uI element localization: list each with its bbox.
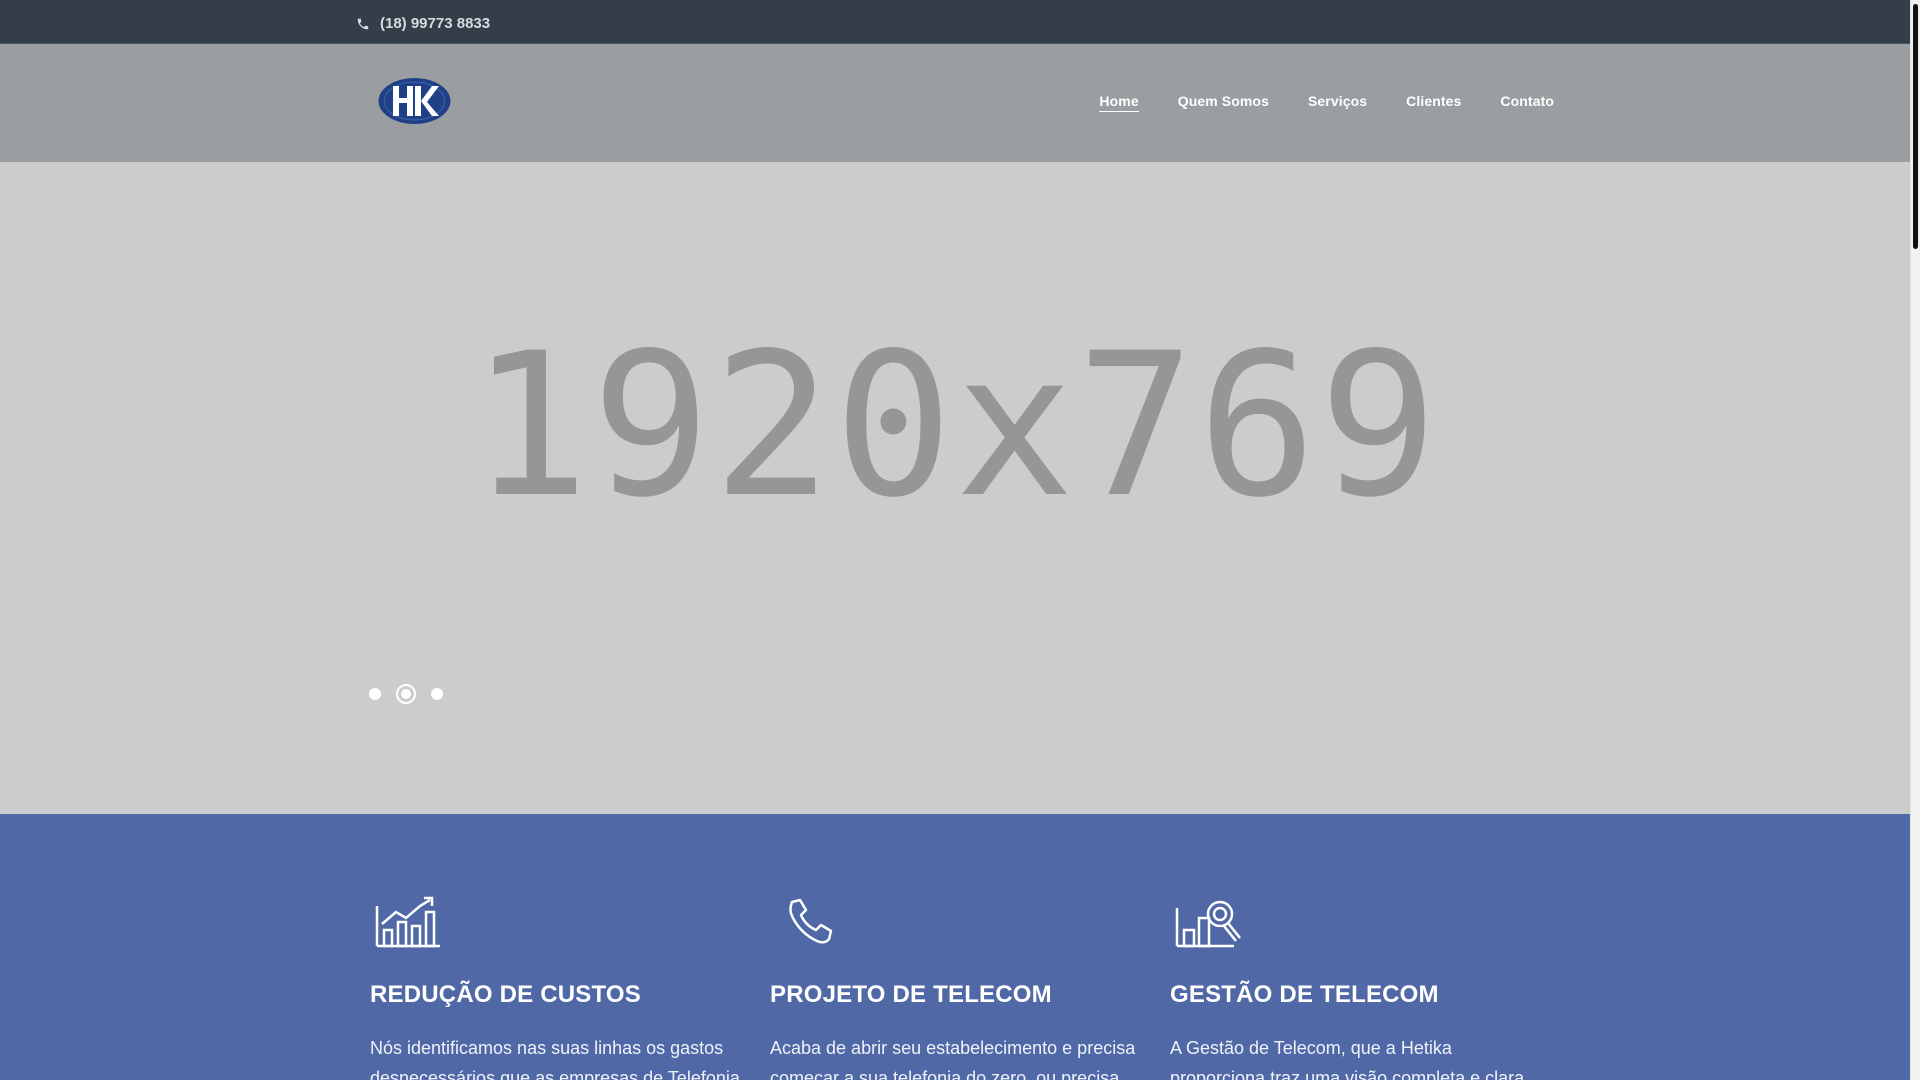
nav-contato[interactable]: Contato [1500,93,1554,112]
slider-dots [369,684,443,704]
feature-text: Nós identificamos nas suas linhas os gas… [370,1038,740,1080]
scrollbar-thumb[interactable] [1913,4,1918,249]
feature-projeto-telecom: PROJETO DE TELECOM Acaba de abrir seu es… [770,894,1150,1080]
nav-clientes[interactable]: Clientes [1406,93,1461,112]
feature-title: PROJETO DE TELECOM [770,981,1052,1008]
hero-placeholder-text: 1920x769 [470,310,1440,541]
feature-reducao-custos: REDUÇÃO DE CUSTOS Nós identificamos nas … [370,894,750,1080]
top-contact-bar: (18) 99773 8833 [0,0,1910,44]
slider-dot-2[interactable] [396,684,416,704]
hero-slider: 1920x769 [0,162,1910,814]
nav-servicos[interactable]: Serviços [1308,93,1367,112]
features-section: REDUÇÃO DE CUSTOS Nós identificamos nas … [0,814,1910,1080]
phone-icon [357,18,369,29]
logo[interactable] [377,76,452,126]
analytics-search-icon [1175,900,1241,948]
phone-number: (18) 99773 8833 [380,15,491,32]
growth-chart-icon [375,896,440,948]
phone-contact[interactable]: (18) 99773 8833 [356,15,490,32]
slider-dot-1[interactable] [369,688,381,700]
feature-text: A Gestão de Telecom, que a Hetika propor… [1170,1038,1525,1080]
main-nav: Home Quem Somos Serviços Clientes Contat… [1099,93,1554,112]
page: (18) 99773 8833 Home Quem Somos Serviços… [0,0,1910,1080]
feature-title: GESTÃO DE TELECOM [1170,981,1439,1008]
feature-gestao-telecom: GESTÃO DE TELECOM A Gestão de Telecom, q… [1170,894,1550,1080]
phone-handset-icon [789,898,833,944]
slider-dot-3[interactable] [431,688,443,700]
header: Home Quem Somos Serviços Clientes Contat… [0,44,1910,162]
vertical-scrollbar[interactable] [1910,0,1920,1080]
feature-title: REDUÇÃO DE CUSTOS [370,981,641,1008]
feature-text: Acaba de abrir seu estabelecimento e pre… [770,1038,1136,1080]
nav-home[interactable]: Home [1099,93,1139,112]
nav-quem-somos[interactable]: Quem Somos [1178,93,1269,112]
